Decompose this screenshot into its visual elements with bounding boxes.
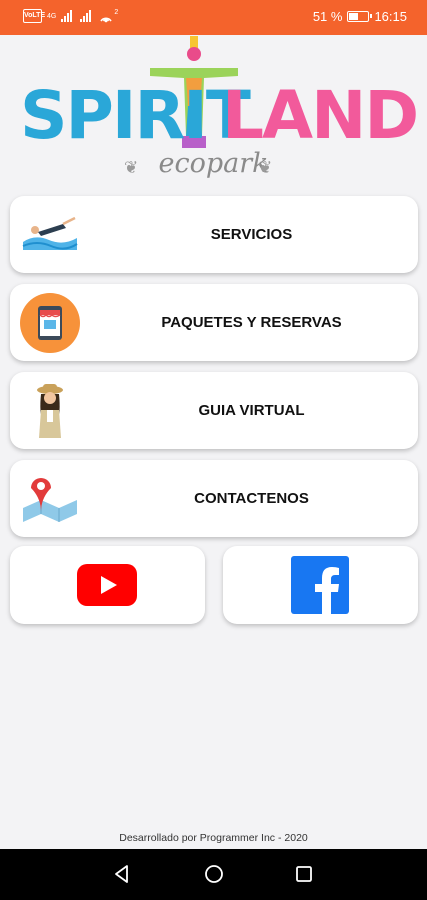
youtube-icon xyxy=(77,564,137,606)
home-icon[interactable] xyxy=(202,862,226,886)
leaf-ornament-right-icon: ❦ xyxy=(258,158,273,177)
recents-icon[interactable] xyxy=(292,862,316,886)
status-right: 51 % 16:15 xyxy=(313,9,407,24)
clock: 16:15 xyxy=(374,9,407,24)
network-type: 4G xyxy=(47,12,57,20)
signal-icon-2 xyxy=(80,10,92,22)
battery-fill xyxy=(349,13,359,20)
volte-icon: VoLTE xyxy=(23,9,45,23)
menu-servicios-button[interactable]: SERVICIOS xyxy=(10,196,418,273)
hotspot-count: 2 xyxy=(114,8,119,16)
guide-icon xyxy=(37,384,63,438)
footer-credit: Desarrollado por Programmer Inc - 2020 xyxy=(119,832,308,844)
back-icon[interactable] xyxy=(110,862,134,886)
menu-guia-button[interactable]: GUIA VIRTUAL xyxy=(10,372,418,449)
status-left: VoLTE 4G 2 xyxy=(23,9,118,23)
hotspot-icon xyxy=(100,17,113,22)
battery-percent: 51 % xyxy=(312,9,343,24)
logo-word-land: LAND xyxy=(222,77,419,154)
youtube-button[interactable] xyxy=(10,546,205,624)
menu-servicios-label: SERVICIOS xyxy=(210,226,293,243)
logo-tagline: ecopark xyxy=(158,148,269,179)
status-bar: VoLTE 4G 2 51 % 16:15 xyxy=(0,0,427,35)
system-nav-bar xyxy=(0,849,427,900)
signal-icon xyxy=(61,10,73,22)
facebook-button[interactable] xyxy=(223,546,418,624)
menu-guia-label: GUIA VIRTUAL xyxy=(198,402,305,419)
logo-word-spirit: SPIRIT xyxy=(20,77,251,154)
menu-paquetes-label: PAQUETES Y RESERVAS xyxy=(161,314,342,331)
swimmer-icon xyxy=(22,216,78,250)
battery-icon xyxy=(347,11,373,22)
map-pin-icon xyxy=(23,478,77,522)
store-icon xyxy=(20,293,80,353)
facebook-icon xyxy=(291,556,349,614)
menu-contactenos-button[interactable]: CONTACTENOS xyxy=(10,460,418,537)
menu-contactenos-label: CONTACTENOS xyxy=(194,490,309,507)
app-logo: SPIRIT LAND ❦ ecopark ❦ xyxy=(0,36,427,186)
menu-paquetes-button[interactable]: PAQUETES Y RESERVAS xyxy=(10,284,418,361)
